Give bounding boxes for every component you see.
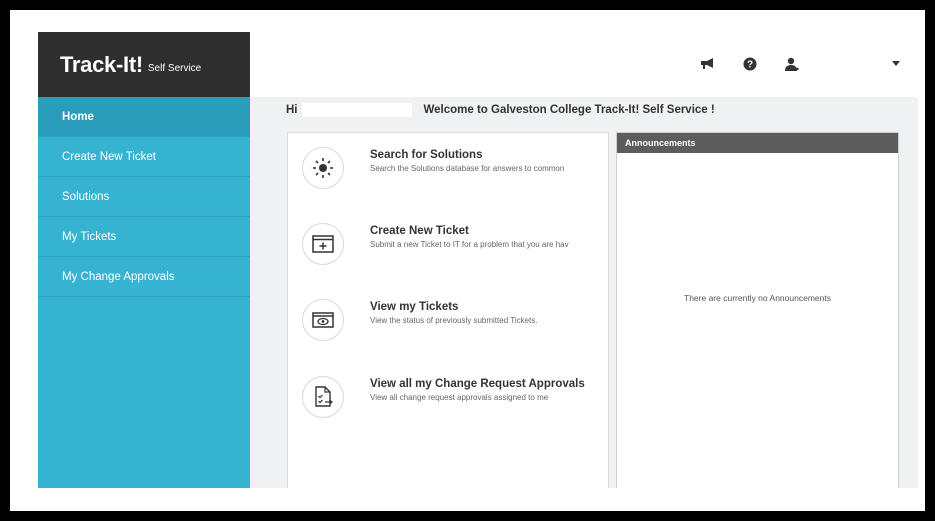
create-new-ticket-card[interactable]: Create New Ticket Submit a new Ticket to… — [288, 215, 608, 275]
approval-checklist-icon — [302, 376, 344, 418]
eye-icon — [302, 299, 344, 341]
new-ticket-icon — [302, 223, 344, 265]
brand-subtitle: Self Service — [147, 62, 202, 74]
sidebar-item-label: My Tickets — [62, 231, 117, 243]
user-icon[interactable] — [782, 54, 802, 74]
brand-name: Track-It! — [60, 51, 143, 77]
sidebar-item-create-new-ticket[interactable]: Create New Ticket — [38, 137, 250, 177]
greeting-prefix: Hi — [286, 104, 298, 117]
welcome-text: Welcome to Galveston College Track-It! S… — [423, 104, 715, 117]
greeting: Hi Welcome to Galveston College Track-It!… — [286, 103, 715, 117]
announcements-header: Announcements — [617, 133, 898, 153]
view-change-approvals-card[interactable]: View all my Change Request Approvals Vie… — [288, 368, 608, 428]
card-description: View the status of previously submitted … — [370, 316, 538, 325]
card-title: Create New Ticket — [370, 225, 469, 237]
sidebar-item-label: Solutions — [62, 191, 110, 203]
card-title: View all my Change Request Approvals — [370, 378, 585, 390]
sidebar-item-label: Create New Ticket — [62, 151, 156, 163]
no-announcements-text: There are currently no Announcements — [684, 293, 831, 303]
brand-logo[interactable]: Track-It! Self Service — [38, 32, 250, 97]
card-description: View all change request approvals assign… — [370, 393, 549, 402]
search-solutions-card[interactable]: Search for Solutions Search the Solution… — [288, 139, 608, 199]
screenshot-frame: Track-It! Self Service ? Home Create New… — [10, 10, 925, 511]
sidebar-item-my-change-approvals[interactable]: My Change Approvals — [38, 257, 250, 297]
card-title: View my Tickets — [370, 301, 459, 313]
main-content: Hi Welcome to Galveston College Track-It!… — [250, 97, 918, 488]
app-window: Track-It! Self Service ? Home Create New… — [38, 32, 918, 488]
sidebar-item-label: My Change Approvals — [62, 271, 175, 283]
quick-actions-panel: Search for Solutions Search the Solution… — [287, 132, 609, 488]
card-description: Submit a new Ticket to IT for a problem … — [370, 240, 569, 249]
megaphone-icon[interactable] — [698, 54, 718, 74]
sidebar-item-label: Home — [62, 111, 94, 123]
sidebar-item-solutions[interactable]: Solutions — [38, 177, 250, 217]
top-header: ? — [250, 32, 918, 98]
svg-text:?: ? — [747, 60, 753, 71]
sidebar-item-home[interactable]: Home — [38, 97, 250, 137]
dropdown-caret-icon[interactable] — [886, 54, 906, 74]
view-my-tickets-card[interactable]: View my Tickets View the status of previ… — [288, 291, 608, 351]
lightbulb-icon — [302, 147, 344, 189]
card-description: Search the Solutions database for answer… — [370, 164, 565, 173]
sidebar-item-my-tickets[interactable]: My Tickets — [38, 217, 250, 257]
redacted-username — [301, 103, 412, 117]
announcements-panel: Announcements There are currently no Ann… — [616, 132, 899, 488]
card-title: Search for Solutions — [370, 149, 483, 161]
sidebar: Home Create New Ticket Solutions My Tick… — [38, 97, 250, 488]
help-icon[interactable]: ? — [740, 54, 760, 74]
